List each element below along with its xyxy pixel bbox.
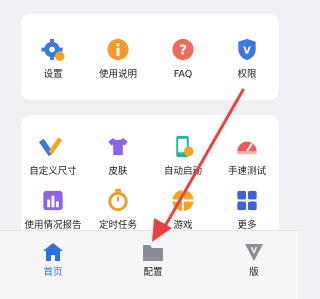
nav-home-label: 首页 xyxy=(43,267,63,278)
bar-chart-icon xyxy=(43,190,63,211)
game-icon xyxy=(172,189,194,212)
settings-label: 设置 xyxy=(43,69,63,80)
auto-start-tile[interactable]: 自动启动 xyxy=(151,133,215,177)
nav-config-label: 配置 xyxy=(143,267,163,278)
speed-test-tile[interactable]: 手速测试 xyxy=(215,133,279,177)
top-shortcuts-card: 设置 使用说明 ? FAQ V 权限 xyxy=(21,14,279,100)
permissions-tile[interactable]: V 权限 xyxy=(215,36,279,80)
shield-icon: V xyxy=(238,38,256,61)
skin-label: 皮肤 xyxy=(108,166,128,177)
faq-label: FAQ xyxy=(173,69,193,80)
svg-text:V: V xyxy=(251,246,258,255)
speedometer-icon xyxy=(237,141,257,155)
usage-report-tile[interactable]: 使用情况报告 xyxy=(21,187,85,231)
phone-power-icon xyxy=(176,135,194,158)
instructions-tile[interactable]: 使用说明 xyxy=(86,36,150,80)
ruler-pencil-icon xyxy=(39,137,62,156)
timer-icon xyxy=(108,188,128,212)
nav-config[interactable]: 配置 xyxy=(123,241,183,278)
scheduled-task-tile[interactable]: 定时任务 xyxy=(86,187,150,231)
custom-size-tile[interactable]: 自定义尺寸 xyxy=(21,133,85,177)
info-icon xyxy=(107,38,129,61)
speed-test-label: 手速测试 xyxy=(227,166,266,177)
bottom-nav-bar: 首页 配置 V 版 xyxy=(0,230,298,299)
gear-icon xyxy=(41,38,65,62)
svg-text:V: V xyxy=(243,45,251,56)
grid-icon xyxy=(237,190,257,211)
home-icon xyxy=(43,243,63,261)
more-tile[interactable]: 更多 xyxy=(215,187,279,231)
question-icon: ? xyxy=(172,38,194,61)
settings-tile[interactable]: 设置 xyxy=(21,36,85,80)
nav-version[interactable]: V 版 xyxy=(224,241,284,278)
instructions-label: 使用说明 xyxy=(98,69,137,80)
faq-tile[interactable]: ? FAQ xyxy=(151,36,215,80)
skin-tile[interactable]: 皮肤 xyxy=(86,133,150,177)
game-tile[interactable]: 游戏 xyxy=(151,187,215,231)
folder-icon xyxy=(143,245,163,261)
svg-text:?: ? xyxy=(179,42,187,58)
permissions-label: 权限 xyxy=(237,69,257,80)
shirt-icon xyxy=(108,137,128,156)
nav-home[interactable]: 首页 xyxy=(23,241,83,278)
v-badge-icon: V xyxy=(245,244,263,261)
custom-size-label: 自定义尺寸 xyxy=(29,166,77,177)
nav-version-label: 版 xyxy=(249,267,259,278)
auto-start-label: 自动启动 xyxy=(163,166,202,177)
tools-card: 自定义尺寸 皮肤 自动启动 手速测试 使用情况报告 定时任务 游戏 更多 xyxy=(21,115,279,235)
